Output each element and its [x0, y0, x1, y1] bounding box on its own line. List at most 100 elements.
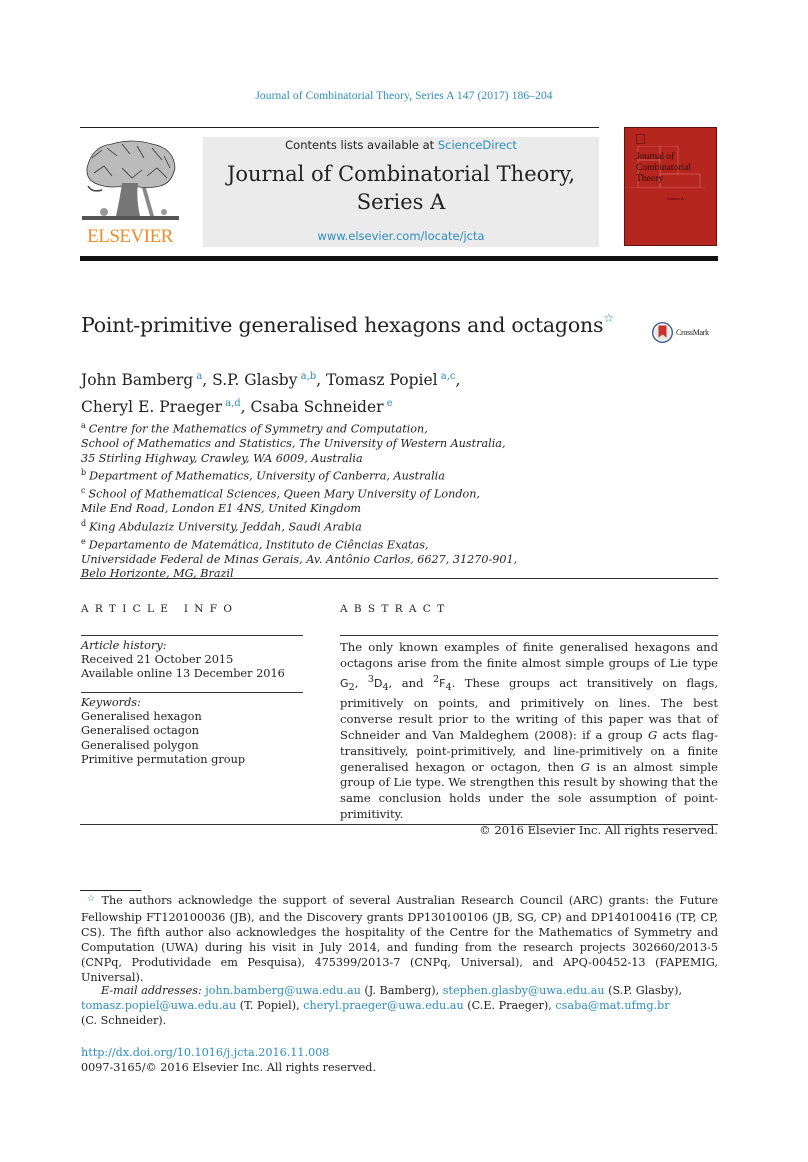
affiliation-d: d King Abdulaziz University, Jeddah, Saud…	[81, 517, 517, 535]
affil-line: Departamento de Matemática, Instituto de…	[88, 538, 429, 552]
title-footnote-star-icon[interactable]: ☆	[603, 311, 614, 325]
keywords-rule	[81, 692, 303, 693]
footnote-star-icon: ☆	[87, 894, 98, 904]
affil-line: 35 Stirling Highway, Crawley, WA 6009, A…	[81, 451, 363, 465]
author-affil-mark[interactable]: a,c	[441, 371, 456, 382]
author-name[interactable]: Tomasz Popiel	[326, 371, 438, 389]
abstract-rule	[340, 635, 718, 636]
email-owner: (C.E. Praeger),	[463, 999, 556, 1012]
author-separator: ,	[316, 371, 327, 390]
article-history: Article history: Received 21 October 201…	[81, 639, 285, 682]
affil-line: Belo Horizonte, MG, Brazil	[81, 567, 234, 581]
crossmark-label: CrossMark	[676, 328, 709, 337]
issn-copyright: 0097-3165/© 2016 Elsevier Inc. All right…	[81, 1061, 377, 1074]
front-matter-end-rule	[80, 824, 718, 825]
email-link[interactable]: csaba@mat.ufmg.br	[555, 999, 669, 1012]
affil-mark: e	[81, 536, 86, 546]
author-name[interactable]: Cheryl E. Praeger	[81, 398, 222, 416]
affil-mark: d	[81, 518, 87, 528]
crossmark-button[interactable]: CrossMark	[652, 322, 709, 343]
affil-line: School of Mathematical Sciences, Queen M…	[88, 487, 480, 501]
affil-line: School of Mathematics and Statistics, Th…	[81, 437, 506, 451]
paper-title: Point-primitive generalised hexagons and…	[81, 311, 614, 337]
math-var-g: G	[580, 759, 590, 774]
author-affil-mark[interactable]: a,d	[225, 398, 241, 409]
affiliation-a: a Centre for the Mathematics of Symmetry …	[81, 419, 517, 437]
article-info-rule	[81, 635, 303, 636]
masthead-bottom-rule	[80, 256, 718, 261]
footnote-text: The authors acknowledge the support of s…	[81, 894, 718, 984]
email-link[interactable]: cheryl.praeger@uwa.edu.au	[303, 999, 463, 1012]
abstract-segment: The only known examples of finite genera…	[340, 640, 718, 670]
abstract-segment: ,	[354, 675, 368, 690]
author-list: John Bamberg a, S.P. Glasby a,b, Tomasz …	[81, 365, 460, 419]
abstract-heading: ABSTRACT	[340, 603, 451, 615]
affiliation-b: b Department of Mathematics, University o…	[81, 466, 517, 484]
affil-line: Department of Mathematics, University of…	[89, 469, 445, 483]
journal-url-link[interactable]: www.elsevier.com/locate/jcta	[203, 229, 599, 243]
affil-mark: c	[81, 486, 86, 496]
author-affil-mark[interactable]: e	[387, 398, 393, 409]
running-head[interactable]: Journal of Combinatorial Theory, Series …	[0, 90, 808, 102]
cover-title-line2: Combinatorial	[636, 163, 691, 173]
contents-prefix: Contents lists available at	[285, 138, 438, 152]
email-owner: (S.P. Glasby),	[604, 984, 683, 997]
affil-line: Mile End Road, London E1 4NS, United Kin…	[81, 502, 361, 516]
email-link[interactable]: stephen.glasby@uwa.edu.au	[443, 984, 605, 997]
abstract-copyright: © 2016 Elsevier Inc. All rights reserved…	[479, 823, 718, 838]
author-separator: ,	[202, 371, 213, 390]
keywords: Keywords: Generalised hexagon Generalise…	[81, 696, 245, 767]
email-owner: (T. Popiel),	[236, 999, 304, 1012]
article-info-heading: ARTICLE INFO	[81, 603, 239, 615]
math-var-g: G	[647, 727, 658, 742]
elsevier-wordmark: ELSEVIER	[87, 226, 173, 247]
funding-footnote: ☆ The authors acknowledge the support of …	[81, 893, 718, 985]
keyword-item: Generalised polygon	[81, 738, 199, 752]
author-name[interactable]: John Bamberg	[81, 371, 193, 389]
journal-cover-image[interactable]: Journal of Combinatorial Theory Series A	[624, 127, 717, 246]
paper-title-text: Point-primitive generalised hexagons and…	[81, 313, 604, 337]
elsevier-tree-logo	[82, 140, 179, 220]
author-separator: ,	[240, 398, 251, 417]
received-date: Received 21 October 2015	[81, 653, 234, 667]
author-separator: ,	[455, 371, 461, 390]
cover-title-line3: Theory	[636, 174, 664, 184]
footnote-rule	[80, 890, 141, 891]
email-link[interactable]: tomasz.popiel@uwa.edu.au	[81, 999, 236, 1012]
journal-title-line1: Journal of Combinatorial Theory,	[226, 162, 576, 186]
author-affil-mark[interactable]: a,b	[301, 371, 317, 382]
abstract-body: The only known examples of finite genera…	[340, 640, 718, 839]
keywords-label: Keywords:	[81, 696, 141, 709]
affil-line: Universidade Federal de Minas Gerais, Av…	[81, 552, 518, 566]
abstract-text: The only known examples of finite genera…	[340, 640, 718, 823]
contents-line: Contents lists available at ScienceDirec…	[203, 138, 599, 152]
author-line-2: Cheryl E. Praeger a,d, Csaba Schneider e	[81, 392, 460, 419]
available-date: Available online 13 December 2016	[81, 667, 285, 681]
affil-line: King Abdulaziz University, Jeddah, Saudi…	[89, 520, 362, 534]
sciencedirect-link[interactable]: ScienceDirect	[438, 138, 517, 152]
keyword-item: Generalised hexagon	[81, 710, 202, 724]
cover-title-line1: Journal of	[636, 152, 675, 162]
doi-link[interactable]: http://dx.doi.org/10.1016/j.jcta.2016.11…	[81, 1045, 329, 1060]
email-addresses: E-mail addresses: john.bamberg@uwa.edu.a…	[81, 983, 718, 1028]
group-g2: G	[340, 676, 349, 690]
affil-mark: b	[81, 467, 87, 477]
article-history-label: Article history:	[81, 639, 167, 652]
affiliation-e: e Departamento de Matemática, Instituto d…	[81, 535, 517, 553]
abstract-segment: , and	[388, 675, 433, 690]
crossmark-icon	[652, 322, 673, 343]
cover-series: Series A	[667, 196, 684, 201]
email-owner: (J. Bamberg),	[360, 984, 443, 997]
author-name[interactable]: S.P. Glasby	[212, 371, 297, 389]
journal-title-line2: Series A	[356, 190, 446, 214]
email-link[interactable]: john.bamberg@uwa.edu.au	[205, 984, 361, 997]
cover-title: Journal of Combinatorial Theory	[636, 152, 691, 185]
keyword-item: Generalised octagon	[81, 724, 200, 738]
email-label: E-mail addresses:	[101, 984, 202, 997]
email-owner: (C. Schneider).	[81, 1014, 167, 1027]
author-name[interactable]: Csaba Schneider	[251, 398, 384, 416]
keyword-item: Primitive permutation group	[81, 752, 246, 766]
affil-mark: a	[81, 421, 86, 430]
affiliation-list: a Centre for the Mathematics of Symmetry …	[81, 419, 517, 582]
cover-publisher-icon	[636, 134, 645, 144]
